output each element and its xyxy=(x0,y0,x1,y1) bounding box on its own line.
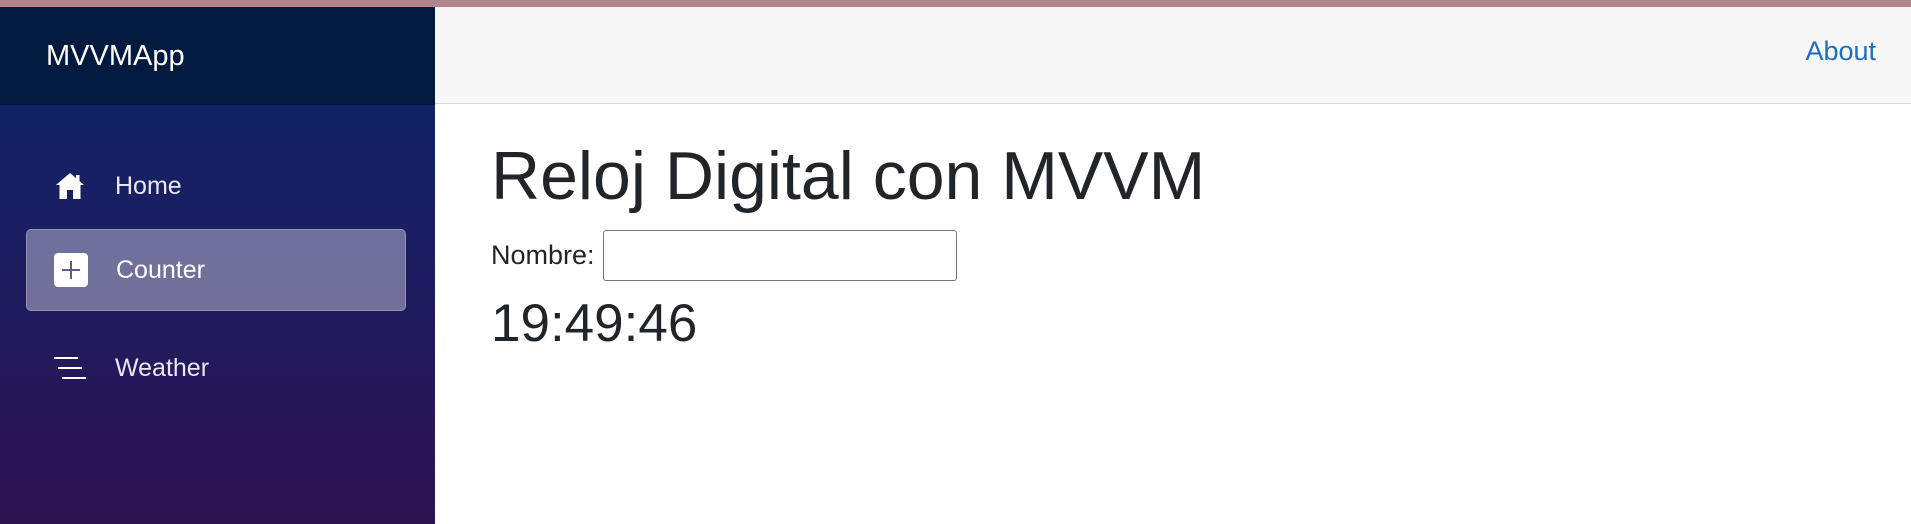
sidebar-item-label: Home xyxy=(115,171,182,200)
top-row: About xyxy=(435,7,1911,104)
name-form-row: Nombre: xyxy=(491,230,957,281)
sidebar-item-home[interactable]: Home xyxy=(26,145,406,227)
name-input[interactable] xyxy=(602,230,957,281)
window-top-border xyxy=(0,0,1911,7)
list-lines-icon xyxy=(53,351,87,385)
sidebar: MVVMApp Home Counter Weather xyxy=(0,7,435,524)
home-icon xyxy=(53,169,87,203)
plus-square-icon xyxy=(54,253,88,287)
app-brand[interactable]: MVVMApp xyxy=(0,7,435,105)
sidebar-item-label: Weather xyxy=(115,353,210,382)
sidebar-item-weather[interactable]: Weather xyxy=(26,327,406,409)
app-brand-label: MVVMApp xyxy=(46,39,185,72)
sidebar-item-counter[interactable]: Counter xyxy=(26,229,406,311)
about-link[interactable]: About xyxy=(1805,36,1876,67)
name-label: Nombre: xyxy=(491,240,595,270)
digital-clock: 19:49:46 xyxy=(491,294,698,353)
sidebar-item-label: Counter xyxy=(116,255,205,284)
page-title: Reloj Digital con MVVM xyxy=(491,138,1206,214)
